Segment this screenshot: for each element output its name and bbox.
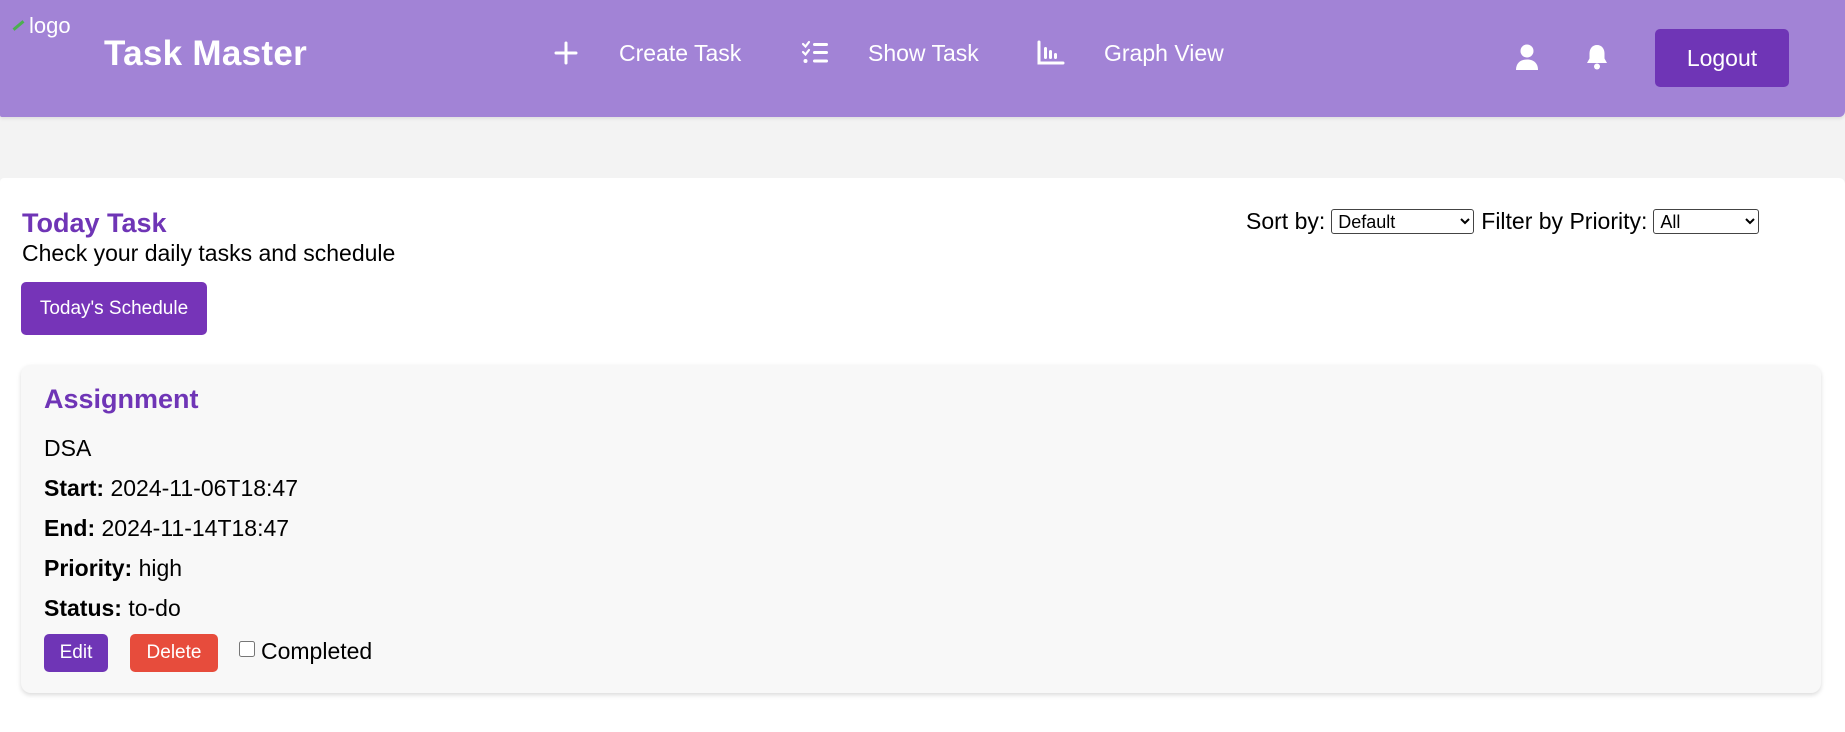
delete-button[interactable]: Delete <box>130 634 218 672</box>
task-title: Assignment <box>44 384 199 414</box>
task-end: End: 2024-11-14T18:47 <box>44 515 289 542</box>
page-title: Today Task <box>22 208 167 238</box>
task-status-label: Status: <box>44 595 122 621</box>
task-priority-value: high <box>138 555 183 581</box>
task-priority: Priority: high <box>44 555 182 582</box>
task-end-value: 2024-11-14T18:47 <box>101 515 290 541</box>
task-end-label: End: <box>44 515 96 541</box>
checklist-icon <box>800 38 830 68</box>
completed-label: Completed <box>261 638 373 664</box>
main-panel: Today Task Check your daily tasks and sc… <box>0 178 1845 732</box>
nav-graph-view-label: Graph View <box>1104 39 1224 66</box>
logo-alt-text: logo <box>29 13 71 38</box>
top-navbar: logo Task Master Create Task Show Task G… <box>0 0 1845 117</box>
nav-graph-view[interactable]: Graph View <box>1036 38 1224 68</box>
logo-image[interactable]: logo <box>11 13 71 38</box>
completed-toggle[interactable]: Completed <box>239 638 372 665</box>
task-start: Start: 2024-11-06T18:47 <box>44 475 298 502</box>
task-description-text: DSA <box>44 435 92 461</box>
user-icon[interactable] <box>1515 43 1541 71</box>
sort-select[interactable]: Default <box>1331 209 1475 234</box>
todays-schedule-button[interactable]: Today's Schedule <box>21 282 207 335</box>
bell-icon[interactable] <box>1585 43 1611 71</box>
brand-title: Task Master <box>104 34 308 73</box>
sort-filter-controls: Sort by: Default Filter by Priority: All <box>1246 208 1766 235</box>
filter-label: Filter by Priority: <box>1481 208 1648 234</box>
page-subtitle: Check your daily tasks and schedule <box>22 240 396 266</box>
edit-button[interactable]: Edit <box>44 634 108 672</box>
plus-icon <box>551 38 581 68</box>
nav-create-task-label: Create Task <box>619 39 742 66</box>
task-start-value: 2024-11-06T18:47 <box>110 475 299 501</box>
completed-checkbox[interactable] <box>239 640 255 657</box>
nav-show-task-label: Show Task <box>868 39 979 66</box>
bar-chart-icon <box>1036 38 1066 68</box>
broken-image-icon <box>11 18 27 34</box>
task-description: DSA <box>44 435 91 462</box>
task-start-label: Start: <box>44 475 105 501</box>
nav-create-task[interactable]: Create Task <box>551 38 741 68</box>
logout-button[interactable]: Logout <box>1655 29 1789 87</box>
task-priority-label: Priority: <box>44 555 133 581</box>
task-status: Status: to-do <box>44 595 181 622</box>
nav-show-task[interactable]: Show Task <box>800 38 979 68</box>
priority-filter-select[interactable]: All <box>1653 209 1760 234</box>
sort-label: Sort by: <box>1246 208 1326 234</box>
task-card: Assignment DSA Start: 2024-11-06T18:47 E… <box>21 365 1821 693</box>
task-status-value: to-do <box>128 595 181 621</box>
